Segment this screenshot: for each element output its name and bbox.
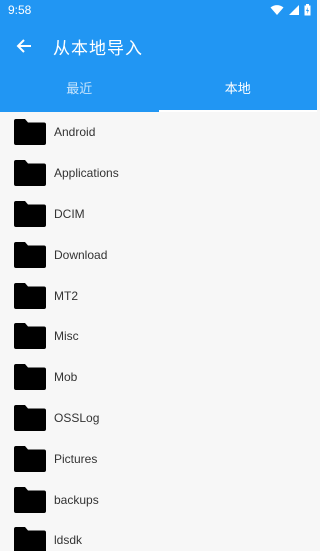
folder-name: Misc <box>54 329 79 344</box>
folder-row[interactable]: backups <box>0 479 317 520</box>
folder-name: Download <box>54 247 108 262</box>
folder-icon <box>14 527 46 551</box>
wifi-icon <box>270 5 284 15</box>
folder-icon <box>14 445 46 472</box>
folder-name: Pictures <box>54 451 98 466</box>
folder-icon <box>14 200 46 227</box>
status-bar: 9:58 <box>0 0 317 22</box>
folder-row[interactable]: MT2 <box>0 275 317 316</box>
folder-name: DCIM <box>54 206 85 221</box>
folder-icon <box>14 323 46 350</box>
page-title: 从本地导入 <box>53 39 143 59</box>
tab-local[interactable]: 本地 <box>158 68 317 112</box>
folder-name: backups <box>54 492 99 507</box>
tab-recent[interactable]: 最近 <box>0 68 159 112</box>
arrow-left-icon <box>16 39 31 53</box>
folder-list: Android Applications DCIM Download MT2 Misc Mo… <box>0 112 317 551</box>
folder-name: OSSLog <box>54 410 100 425</box>
folder-name: Mob <box>54 370 78 385</box>
folder-row[interactable]: Pictures <box>0 438 317 479</box>
tab-bar: 最近 本地 <box>0 68 317 112</box>
app-bar: 从本地导入 <box>0 22 317 68</box>
folder-row[interactable]: Applications <box>0 153 317 194</box>
folder-row[interactable]: DCIM <box>0 194 317 235</box>
folder-icon <box>14 282 46 309</box>
folder-row[interactable]: Misc <box>0 316 317 357</box>
folder-row[interactable]: Android <box>0 112 317 153</box>
folder-row[interactable]: Mob <box>0 357 317 398</box>
status-icons <box>270 4 311 16</box>
folder-row[interactable]: Download <box>0 234 317 275</box>
back-button[interactable] <box>10 32 38 60</box>
folder-icon <box>14 119 46 146</box>
folder-icon <box>14 160 46 187</box>
folder-row[interactable]: ldsdk <box>0 520 317 551</box>
header: 9:58 从本地导入 最近 本地 <box>0 0 317 112</box>
folder-name: Applications <box>54 166 119 181</box>
battery-icon <box>304 4 311 16</box>
folder-row[interactable]: OSSLog <box>0 398 317 439</box>
folder-name: Android <box>54 125 96 140</box>
signal-icon <box>289 5 299 15</box>
folder-name: ldsdk <box>54 533 83 548</box>
folder-icon <box>14 404 46 431</box>
folder-name: MT2 <box>54 288 78 303</box>
folder-icon <box>14 241 46 268</box>
status-time: 9:58 <box>8 3 32 17</box>
tab-local-label: 本地 <box>224 82 251 97</box>
folder-icon <box>14 364 46 391</box>
tab-recent-label: 最近 <box>66 82 93 97</box>
folder-icon <box>14 486 46 513</box>
